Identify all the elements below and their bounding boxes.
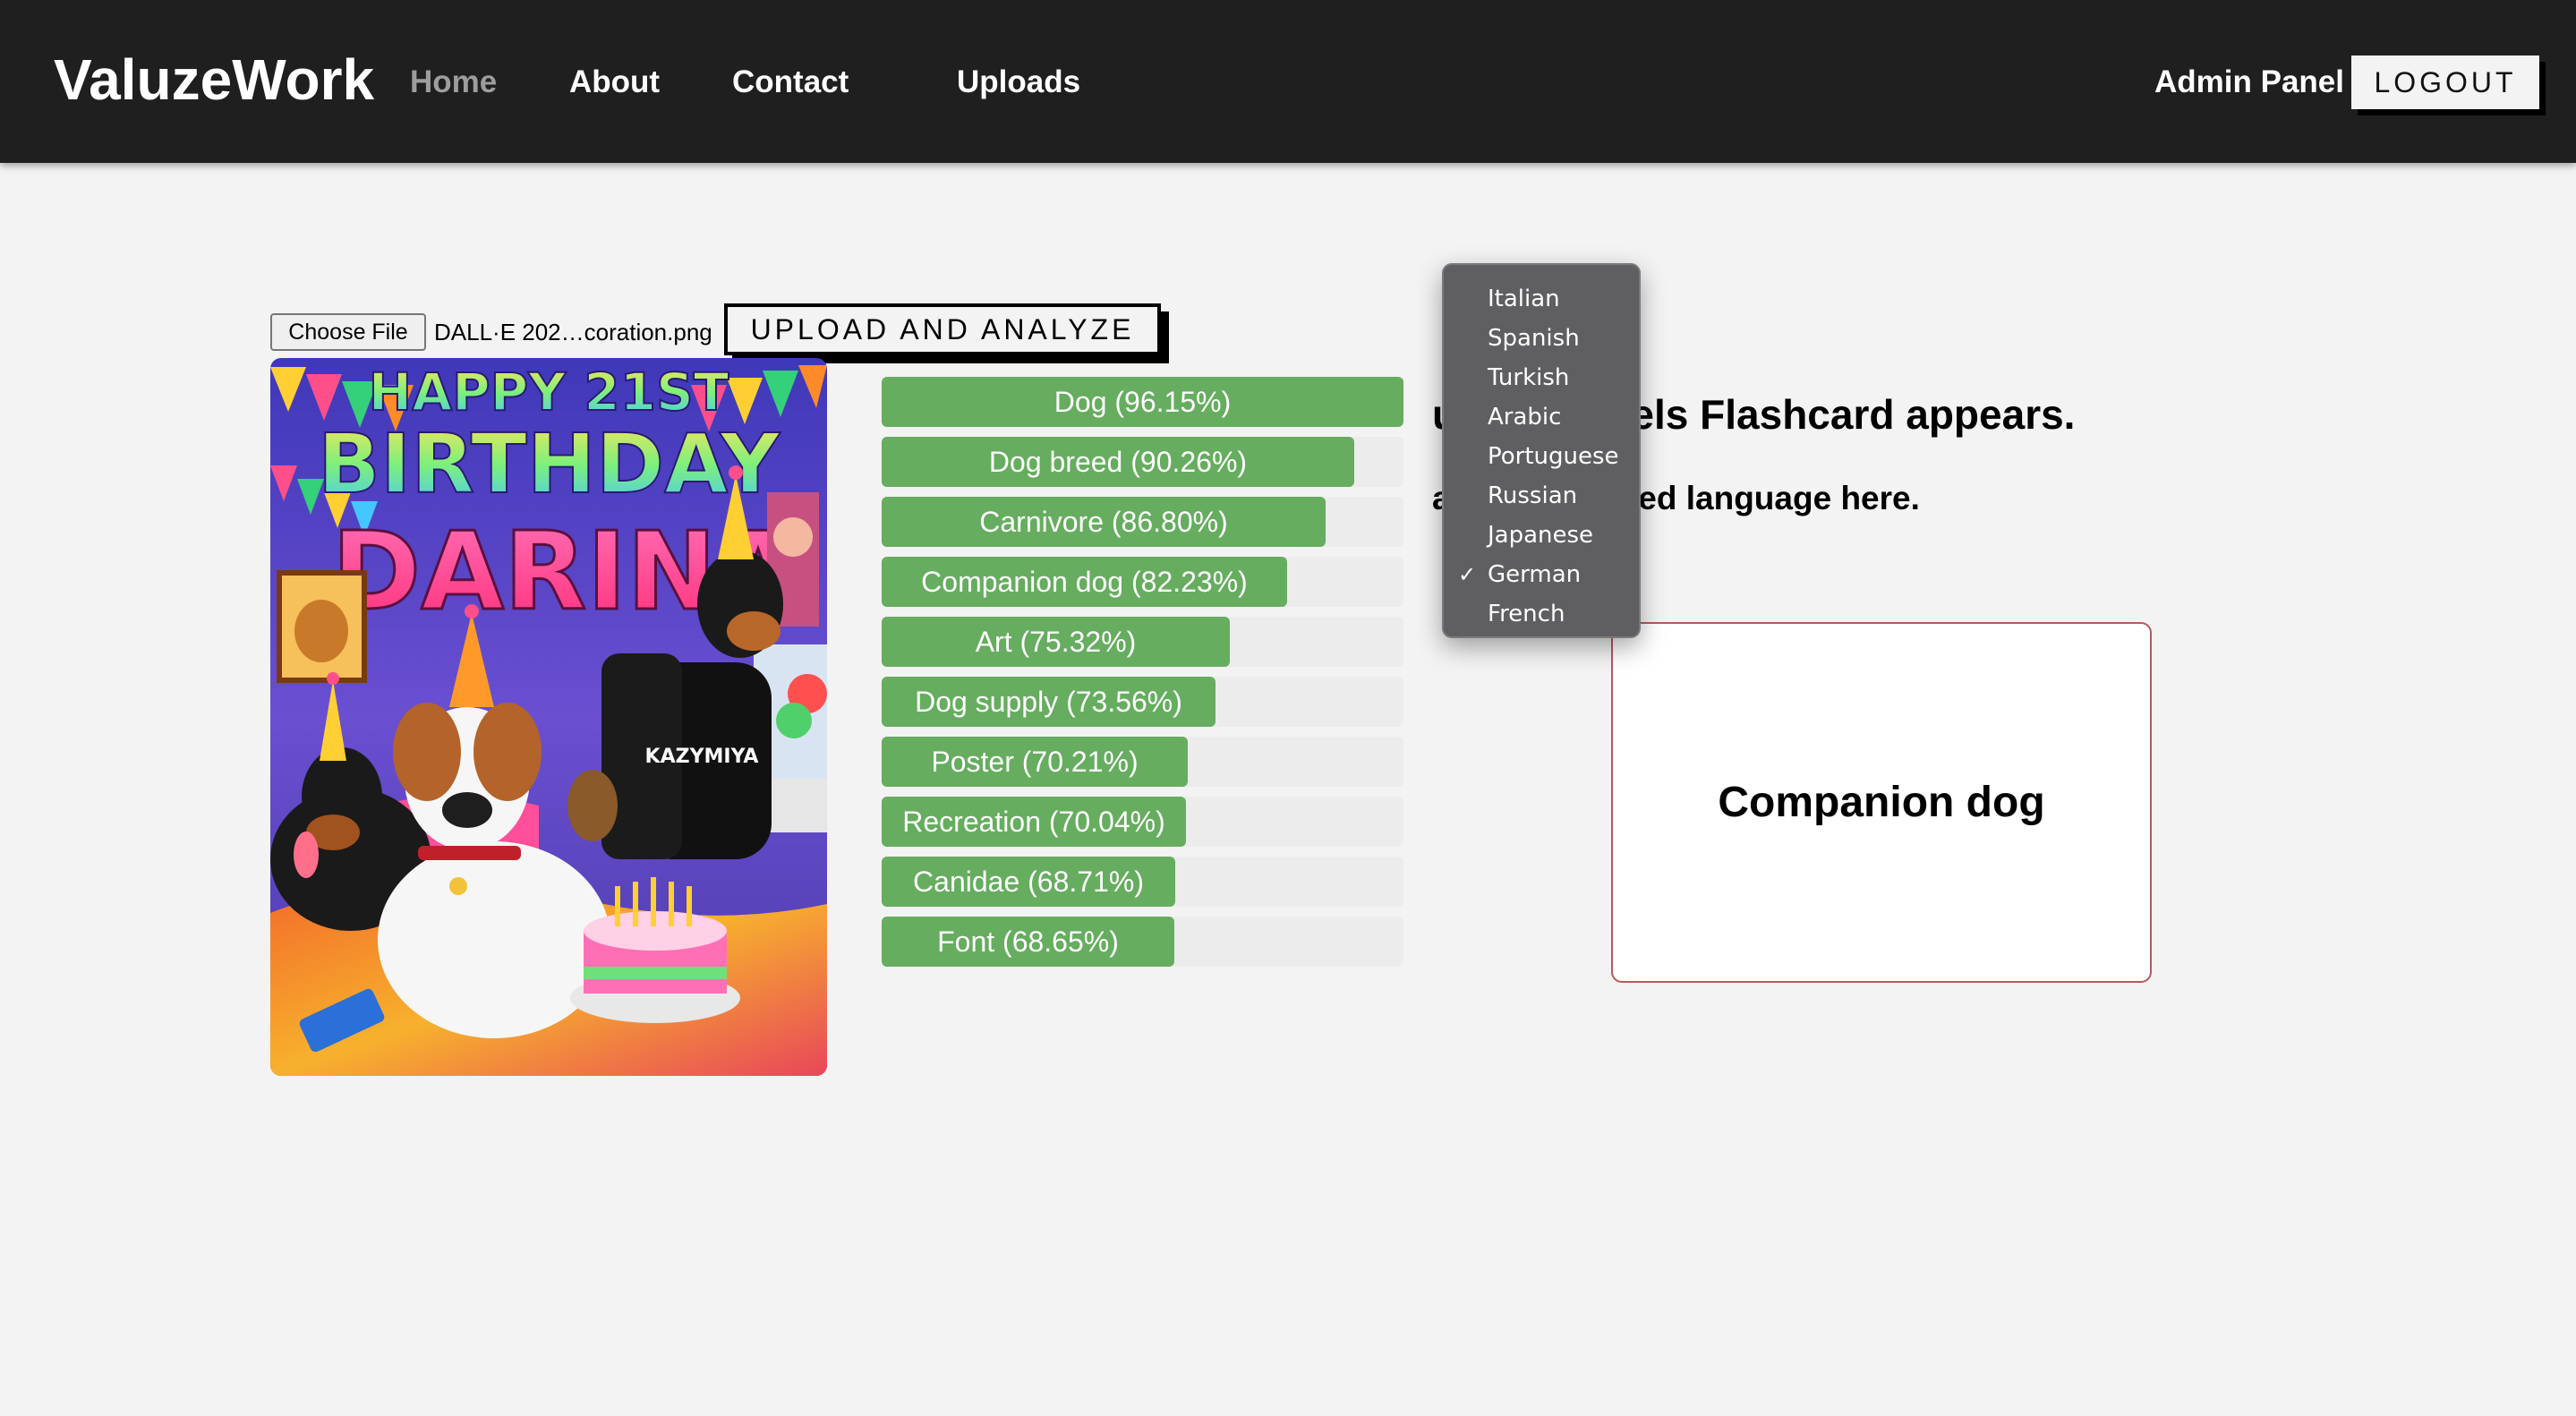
label-bar[interactable]: Dog breed (90.26%)	[882, 437, 1354, 487]
label-track: Recreation (70.04%)	[882, 797, 1403, 847]
label-bar[interactable]: Dog (96.15%)	[882, 377, 1403, 427]
label-bar[interactable]: Recreation (70.04%)	[882, 797, 1186, 847]
language-option-portuguese[interactable]: Portuguese	[1444, 437, 1639, 476]
language-option-german[interactable]: ✓ German	[1444, 555, 1639, 594]
language-option-label: Portuguese	[1488, 443, 1619, 470]
language-option-label: Turkish	[1488, 364, 1570, 391]
checkmark-icon: ✓	[1458, 562, 1477, 587]
uploaded-image: HAPPY 21ST BIRTHDAY DARINA KAZYMIYA	[270, 358, 827, 1076]
label-track: Dog breed (90.26%)	[882, 437, 1403, 487]
label-list: Dog (96.15%) Dog breed (90.26%) Carnivore …	[882, 377, 1403, 977]
label-bar[interactable]: Art (75.32%)	[882, 617, 1230, 667]
language-option-label: German	[1488, 561, 1582, 588]
label-track: Poster (70.21%)	[882, 737, 1403, 787]
label-bar[interactable]: Poster (70.21%)	[882, 737, 1188, 787]
label-bar[interactable]: Font (68.65%)	[882, 917, 1174, 967]
nav-contact-link[interactable]: Contact	[732, 64, 849, 100]
shirt-text: KAZYMIYA	[645, 746, 759, 768]
language-option-italian[interactable]: Italian	[1444, 279, 1639, 319]
label-track: Dog (96.15%)	[882, 377, 1403, 427]
top-navbar: ValuzeWork Home About Contact Uploads Ad…	[0, 0, 2576, 163]
label-bar[interactable]: Carnivore (86.80%)	[882, 497, 1326, 547]
label-track: Canidae (68.71%)	[882, 857, 1403, 907]
label-track: Carnivore (86.80%)	[882, 497, 1403, 547]
upload-and-analyze-button[interactable]: UPLOAD AND ANALYZE	[724, 303, 1161, 355]
language-option-turkish[interactable]: Turkish	[1444, 358, 1639, 397]
image-title-line1: HAPPY 21ST	[369, 362, 729, 422]
choose-file-button[interactable]: Choose File	[270, 313, 426, 351]
language-option-label: Spanish	[1488, 325, 1580, 352]
admin-panel-link[interactable]: Admin Panel	[2154, 64, 2344, 100]
language-option-japanese[interactable]: Japanese	[1444, 516, 1639, 555]
language-option-arabic[interactable]: Arabic	[1444, 397, 1639, 437]
language-option-french[interactable]: French	[1444, 594, 1639, 634]
language-option-label: French	[1488, 601, 1565, 627]
nav-about-link[interactable]: About	[569, 64, 660, 100]
language-option-label: Italian	[1488, 286, 1560, 312]
logout-button[interactable]: LOGOUT	[2351, 55, 2539, 109]
label-track: Art (75.32%)	[882, 617, 1403, 667]
label-track: Font (68.65%)	[882, 917, 1403, 967]
selected-file-name: DALL·E 202…coration.png	[434, 319, 712, 345]
language-option-label: Arabic	[1488, 404, 1562, 431]
language-option-label: Russian	[1488, 482, 1578, 509]
nav-uploads-link[interactable]: Uploads	[957, 64, 1080, 100]
nav-home-link[interactable]: Home	[410, 64, 497, 100]
language-option-spanish[interactable]: Spanish	[1444, 319, 1639, 358]
flashcard[interactable]: Companion dog	[1611, 622, 2152, 983]
label-track: Companion dog (82.23%)	[882, 557, 1403, 607]
label-bar[interactable]: Dog supply (73.56%)	[882, 677, 1215, 727]
label-bar[interactable]: Canidae (68.71%)	[882, 857, 1175, 907]
language-option-label: Japanese	[1488, 522, 1594, 549]
language-option-russian[interactable]: Russian	[1444, 476, 1639, 516]
brand-logo[interactable]: ValuzeWork	[54, 47, 374, 113]
label-bar[interactable]: Companion dog (82.23%)	[882, 557, 1287, 607]
label-track: Dog supply (73.56%)	[882, 677, 1403, 727]
language-dropdown-menu[interactable]: Italian Spanish Turkish Arabic Portuguese Rus…	[1442, 263, 1641, 638]
flashcard-text: Companion dog	[1718, 779, 2045, 826]
image-title-line2: BIRTHDAY	[318, 416, 781, 512]
